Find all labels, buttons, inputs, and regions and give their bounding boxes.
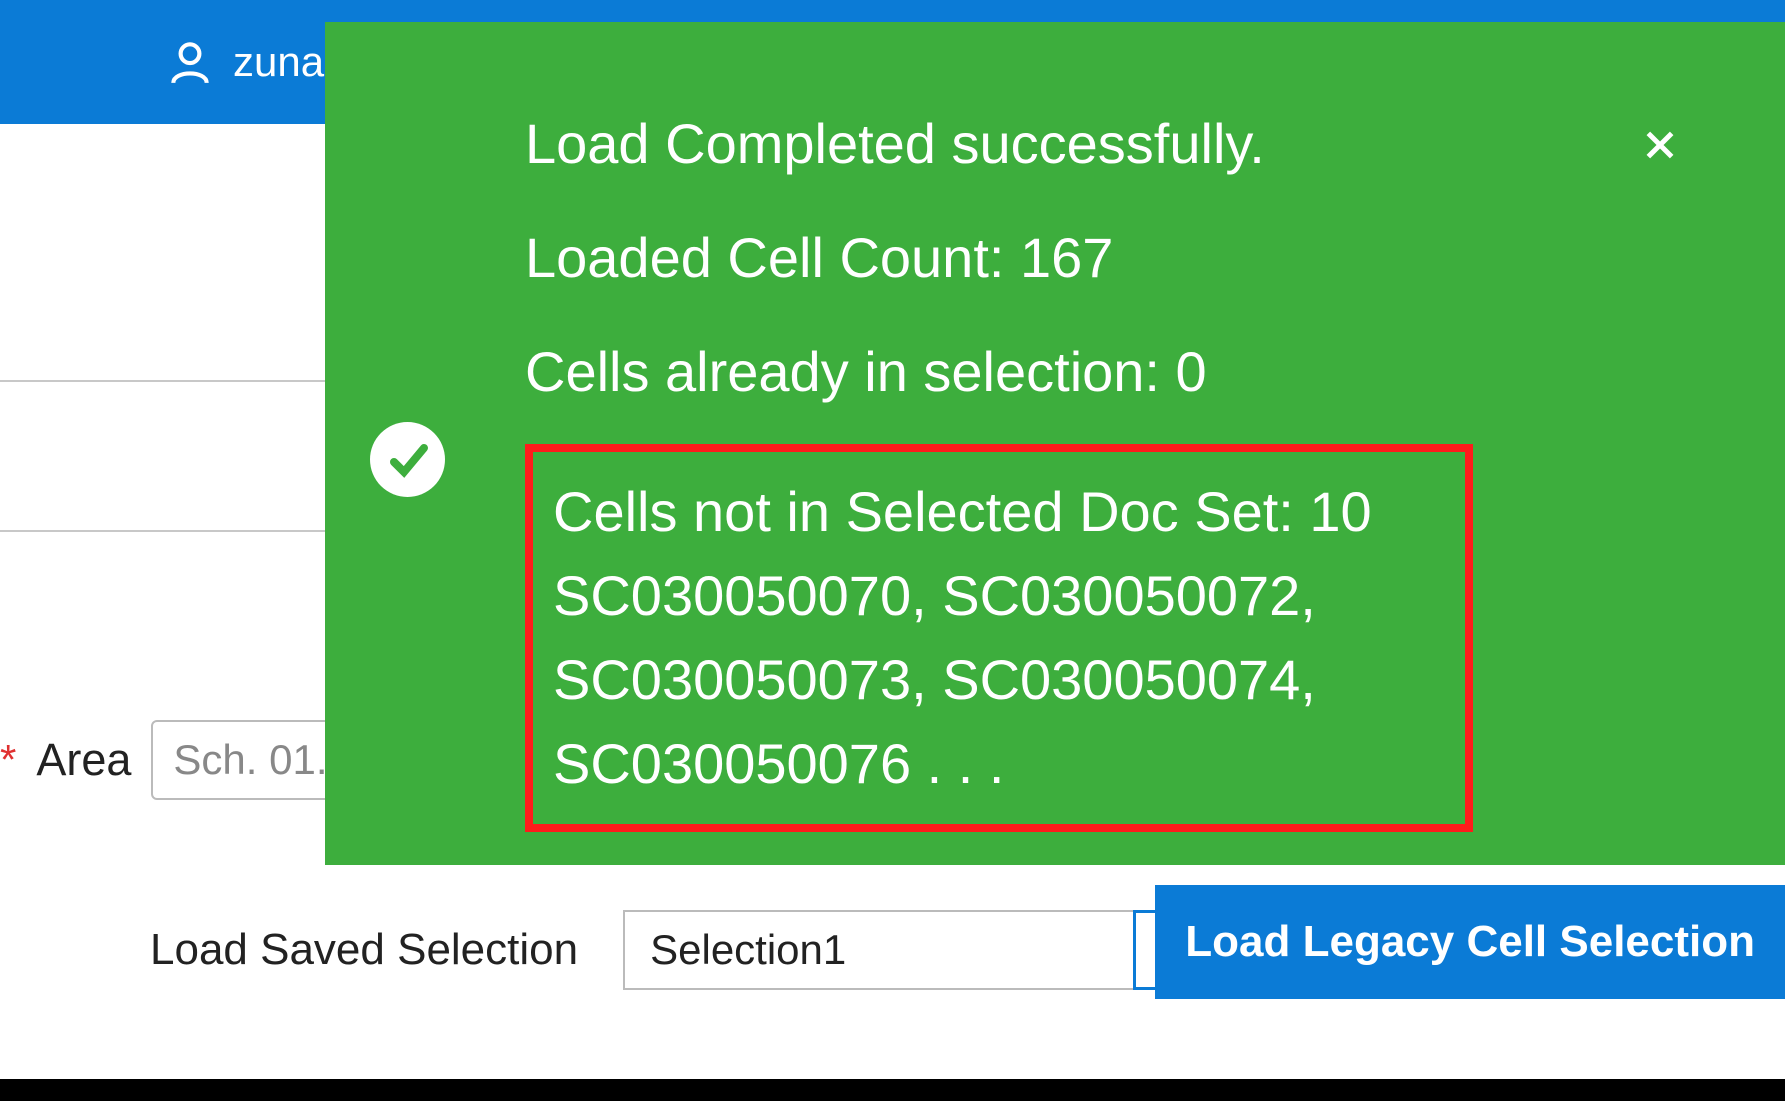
toast-highlight-box: Cells not in Selected Doc Set: 10 SC0300… <box>525 444 1473 832</box>
success-toast: Load Completed successfully. Loaded Cell… <box>325 22 1785 865</box>
close-icon[interactable] <box>1640 114 1680 178</box>
toast-cell-list: SC030050070, SC030050072, SC030050073, S… <box>553 554 1445 806</box>
toast-already-in: Cells already in selection: 0 <box>525 330 1473 414</box>
toast-loaded-count: Loaded Cell Count: 167 <box>525 216 1473 300</box>
toast-content: Load Completed successfully. Loaded Cell… <box>525 102 1473 832</box>
toast-title: Load Completed successfully. <box>525 102 1473 186</box>
load-legacy-button[interactable]: Load Legacy Cell Selection <box>1155 885 1785 999</box>
saved-selection-value: Selection1 <box>623 910 1133 990</box>
load-saved-row: Load Saved Selection Selection1 <box>150 910 1233 990</box>
area-label: Area <box>36 734 131 786</box>
required-indicator: * <box>0 736 16 784</box>
saved-selection-dropdown[interactable]: Selection1 <box>623 910 1233 990</box>
user-icon <box>165 37 215 87</box>
check-circle-icon <box>370 422 445 497</box>
bottom-bar <box>0 1079 1785 1101</box>
load-saved-label: Load Saved Selection <box>150 925 578 975</box>
toast-not-in-docset: Cells not in Selected Doc Set: 10 <box>553 470 1445 554</box>
